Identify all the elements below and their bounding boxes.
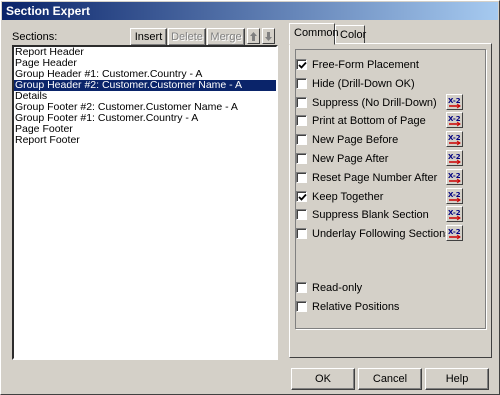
svg-text:X-2: X-2 [448,153,461,161]
checkbox[interactable] [296,59,307,70]
option-label: New Page Before [312,134,399,147]
formula-icon: X-2 [448,115,461,127]
formula-button[interactable]: X-2 [446,168,463,185]
svg-text:X-2: X-2 [448,97,461,105]
checkmark-icon [298,193,307,201]
ok-button[interactable]: OK [291,368,355,390]
option-label: New Page After [312,153,389,165]
option-row[interactable]: Suppress (No Drill-Down) [296,96,446,111]
formula-button[interactable]: X-2 [446,206,463,223]
option-label: Reset Page Number After [312,171,438,184]
option-row[interactable]: Print at Bottom of Page [296,115,446,129]
move-down-button[interactable] [262,28,275,44]
formula-button[interactable]: X-2 [446,150,463,166]
formula-icon: X-2 [448,209,461,221]
tab-color[interactable]: Color [335,25,366,44]
option-row[interactable]: Hide (Drill-Down OK) [296,77,446,92]
sections-list[interactable]: Report Header Page Header Group Header #1:… [12,45,278,360]
section-expert-dialog: Section Expert Sections: Insert Delete M… [0,0,500,395]
formula-icon: X-2 [448,228,461,240]
svg-text:X-2: X-2 [448,172,461,180]
tab-common[interactable]: Common [289,23,339,45]
formula-icon: X-2 [448,172,461,184]
formula-icon: X-2 [448,134,461,146]
checkbox[interactable] [296,171,307,183]
option-label: Hide (Drill-Down OK) [312,77,415,90]
formula-icon: X-2 [448,191,461,203]
formula-icon: X-2 [448,97,461,109]
option-row[interactable]: Underlay Following Sections [296,228,451,242]
option-label: Keep Together [312,190,384,203]
option-label: Underlay Following Sections [312,228,451,241]
option-row[interactable]: New Page After [296,153,446,167]
checkbox[interactable] [296,209,307,221]
checkbox[interactable] [296,301,307,312]
cancel-button[interactable]: Cancel [358,368,422,390]
insert-button[interactable]: Insert [130,28,167,46]
formula-button[interactable]: X-2 [446,131,463,148]
checkbox[interactable] [296,282,307,293]
option-label: Relative Positions [312,301,400,313]
svg-text:X-2: X-2 [448,191,461,199]
formula-button[interactable]: X-2 [446,187,463,204]
checkbox[interactable] [296,134,307,146]
checkbox[interactable] [296,190,307,202]
list-item[interactable]: Group Header #2: Customer.Customer Name … [14,80,276,91]
formula-button[interactable]: X-2 [446,225,463,242]
title-bar[interactable]: Section Expert [2,2,498,20]
move-up-button[interactable] [247,28,260,44]
checkbox[interactable] [296,77,307,89]
window-title: Section Expert [6,4,91,18]
option-label: Free-Form Placement [312,59,419,71]
checkbox[interactable] [296,96,307,108]
merge-button[interactable]: Merge [207,28,245,46]
delete-button[interactable]: Delete [168,28,206,46]
sections-label: Sections: [12,31,58,43]
option-label: Read-only [312,282,363,294]
formula-button[interactable]: X-2 [446,93,463,110]
svg-text:X-2: X-2 [448,134,461,142]
option-row[interactable]: Reset Page Number After [296,171,446,186]
option-row[interactable]: New Page Before [296,134,446,148]
option-row[interactable]: Read-only [296,282,446,296]
option-row[interactable]: Relative Positions [296,301,446,315]
option-label: Print at Bottom of Page [312,115,426,128]
svg-text:X-2: X-2 [448,115,461,123]
svg-text:X-2: X-2 [448,209,461,217]
svg-text:X-2: X-2 [448,228,461,236]
checkbox[interactable] [296,228,307,240]
list-item[interactable]: Report Footer [14,135,276,146]
option-label: Suppress Blank Section [312,209,429,222]
option-row[interactable]: Suppress Blank Section [296,209,446,223]
formula-icon: X-2 [448,153,461,165]
checkbox[interactable] [296,153,307,164]
arrow-up-icon [250,32,257,41]
help-button[interactable]: Help [425,368,489,390]
checkmark-icon [298,61,307,69]
checkbox[interactable] [296,115,307,127]
option-row[interactable]: Free-Form Placement [296,59,446,73]
formula-button[interactable]: X-2 [446,112,463,129]
option-label: Suppress (No Drill-Down) [312,96,437,109]
option-row[interactable]: Keep Together [296,190,446,205]
arrow-down-icon [265,32,272,41]
